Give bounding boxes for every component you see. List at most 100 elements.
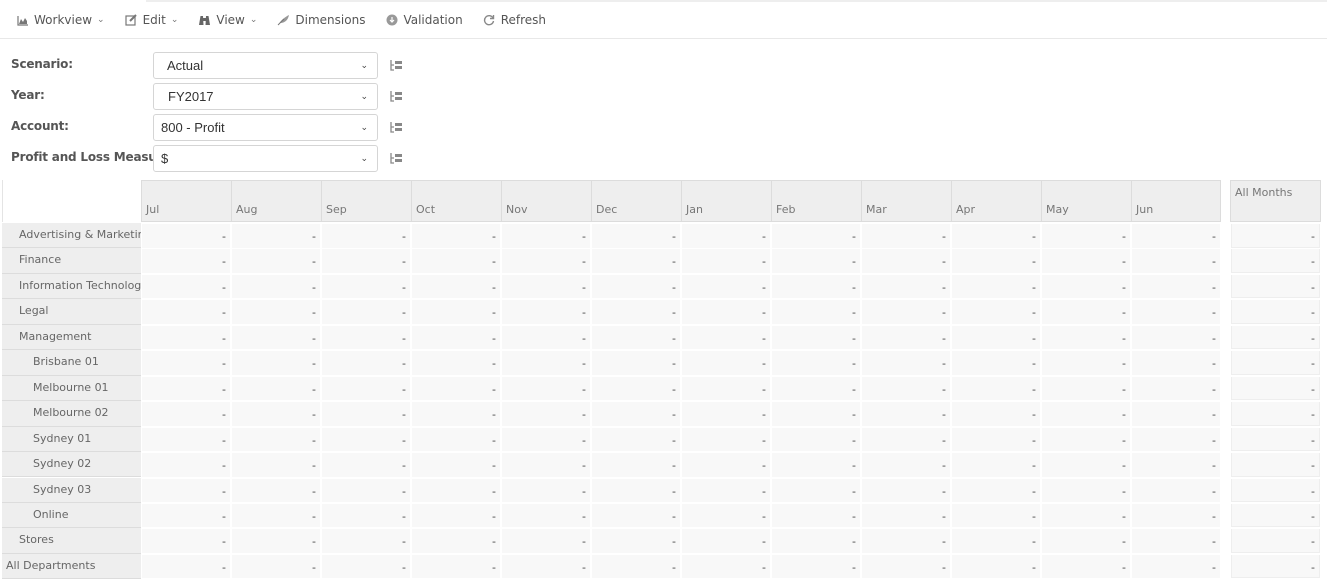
grid-total-cell[interactable]: - bbox=[1231, 351, 1320, 375]
grid-cell[interactable]: - bbox=[412, 325, 501, 350]
grid-cell[interactable]: - bbox=[772, 554, 861, 579]
column-header-oct[interactable]: Oct bbox=[411, 180, 501, 222]
grid-cell[interactable]: - bbox=[1042, 376, 1131, 401]
grid-cell[interactable]: - bbox=[412, 351, 501, 375]
grid-cell[interactable]: - bbox=[322, 453, 411, 477]
grid-cell[interactable]: - bbox=[952, 529, 1041, 553]
grid-cell[interactable]: - bbox=[862, 554, 951, 579]
grid-cell[interactable]: - bbox=[412, 402, 501, 426]
hierarchy-icon[interactable] bbox=[390, 91, 403, 102]
account-select[interactable]: 800 - Profit ⌄ bbox=[153, 114, 378, 141]
grid-cell[interactable]: - bbox=[772, 376, 861, 401]
grid-cell[interactable]: - bbox=[322, 300, 411, 324]
pl-measures-select[interactable]: $ ⌄ bbox=[153, 145, 378, 172]
column-header-sep[interactable]: Sep bbox=[321, 180, 411, 222]
grid-total-cell[interactable]: - bbox=[1231, 300, 1320, 324]
grid-cell[interactable]: - bbox=[592, 376, 681, 401]
grid-cell[interactable]: - bbox=[592, 274, 681, 299]
grid-cell[interactable]: - bbox=[412, 300, 501, 324]
grid-cell[interactable]: - bbox=[772, 351, 861, 375]
grid-cell[interactable]: - bbox=[1042, 478, 1131, 502]
grid-cell[interactable]: - bbox=[142, 249, 231, 273]
row-header[interactable]: Brisbane 01 bbox=[2, 350, 141, 376]
grid-total-cell[interactable]: - bbox=[1231, 402, 1320, 426]
column-header-jul[interactable]: Jul bbox=[141, 180, 231, 222]
grid-cell[interactable]: - bbox=[1132, 249, 1221, 273]
scenario-select[interactable]: Actual ⌄ bbox=[153, 52, 378, 79]
grid-cell[interactable]: - bbox=[1132, 376, 1221, 401]
grid-cell[interactable]: - bbox=[412, 503, 501, 528]
grid-cell[interactable]: - bbox=[502, 351, 591, 375]
column-header-jan[interactable]: Jan bbox=[681, 180, 771, 222]
grid-cell[interactable]: - bbox=[862, 351, 951, 375]
grid-cell[interactable]: - bbox=[952, 249, 1041, 273]
grid-cell[interactable]: - bbox=[862, 478, 951, 502]
grid-cell[interactable]: - bbox=[1042, 427, 1131, 452]
grid-cell[interactable]: - bbox=[232, 529, 321, 553]
grid-cell[interactable]: - bbox=[232, 376, 321, 401]
grid-cell[interactable]: - bbox=[502, 529, 591, 553]
grid-total-cell[interactable]: - bbox=[1231, 554, 1320, 579]
grid-cell[interactable]: - bbox=[682, 453, 771, 477]
grid-cell[interactable]: - bbox=[862, 529, 951, 553]
grid-cell[interactable]: - bbox=[1042, 274, 1131, 299]
grid-cell[interactable]: - bbox=[142, 478, 231, 502]
grid-cell[interactable]: - bbox=[682, 503, 771, 528]
grid-cell[interactable]: - bbox=[322, 478, 411, 502]
grid-cell[interactable]: - bbox=[862, 453, 951, 477]
grid-cell[interactable]: - bbox=[142, 453, 231, 477]
grid-cell[interactable]: - bbox=[502, 554, 591, 579]
row-header[interactable]: Sydney 01 bbox=[2, 426, 141, 452]
row-header[interactable]: Sydney 03 bbox=[2, 477, 141, 503]
grid-cell[interactable]: - bbox=[952, 351, 1041, 375]
grid-cell[interactable]: - bbox=[142, 402, 231, 426]
grid-total-cell[interactable]: - bbox=[1231, 427, 1320, 452]
edit-menu-button[interactable]: Edit ⌄ bbox=[125, 13, 178, 27]
grid-cell[interactable]: - bbox=[412, 453, 501, 477]
grid-cell[interactable]: - bbox=[862, 224, 951, 248]
grid-cell[interactable]: - bbox=[772, 427, 861, 452]
grid-cell[interactable]: - bbox=[1132, 427, 1221, 452]
validation-button[interactable]: Validation bbox=[385, 13, 463, 27]
view-menu-button[interactable]: View ⌄ bbox=[198, 13, 257, 27]
grid-cell[interactable]: - bbox=[142, 224, 231, 248]
grid-cell[interactable]: - bbox=[862, 300, 951, 324]
grid-cell[interactable]: - bbox=[502, 274, 591, 299]
grid-cell[interactable]: - bbox=[862, 249, 951, 273]
year-select[interactable]: FY2017 ⌄ bbox=[153, 83, 378, 110]
grid-cell[interactable]: - bbox=[1132, 453, 1221, 477]
grid-cell[interactable]: - bbox=[502, 503, 591, 528]
column-header-feb[interactable]: Feb bbox=[771, 180, 861, 222]
column-header-may[interactable]: May bbox=[1041, 180, 1131, 222]
grid-cell[interactable]: - bbox=[952, 274, 1041, 299]
grid-cell[interactable]: - bbox=[412, 554, 501, 579]
grid-cell[interactable]: - bbox=[682, 376, 771, 401]
grid-cell[interactable]: - bbox=[1132, 325, 1221, 350]
grid-cell[interactable]: - bbox=[862, 325, 951, 350]
grid-cell[interactable]: - bbox=[412, 529, 501, 553]
workview-menu-button[interactable]: Workview ⌄ bbox=[16, 13, 105, 27]
grid-cell[interactable]: - bbox=[592, 325, 681, 350]
grid-cell[interactable]: - bbox=[232, 402, 321, 426]
grid-cell[interactable]: - bbox=[502, 478, 591, 502]
grid-cell[interactable]: - bbox=[592, 529, 681, 553]
grid-cell[interactable]: - bbox=[772, 503, 861, 528]
grid-cell[interactable]: - bbox=[1132, 402, 1221, 426]
row-header[interactable]: Sydney 02 bbox=[2, 452, 141, 478]
grid-total-cell[interactable]: - bbox=[1231, 325, 1320, 350]
grid-cell[interactable]: - bbox=[412, 376, 501, 401]
grid-cell[interactable]: - bbox=[142, 529, 231, 553]
grid-cell[interactable]: - bbox=[1042, 300, 1131, 324]
grid-cell[interactable]: - bbox=[952, 554, 1041, 579]
hierarchy-icon[interactable] bbox=[390, 60, 403, 71]
grid-cell[interactable]: - bbox=[772, 325, 861, 350]
grid-cell[interactable]: - bbox=[772, 453, 861, 477]
grid-cell[interactable]: - bbox=[1042, 402, 1131, 426]
grid-cell[interactable]: - bbox=[322, 529, 411, 553]
grid-cell[interactable]: - bbox=[1132, 503, 1221, 528]
row-header[interactable]: Melbourne 01 bbox=[2, 375, 141, 402]
grid-cell[interactable]: - bbox=[592, 478, 681, 502]
grid-cell[interactable]: - bbox=[1042, 503, 1131, 528]
grid-cell[interactable]: - bbox=[682, 351, 771, 375]
grid-cell[interactable]: - bbox=[862, 427, 951, 452]
